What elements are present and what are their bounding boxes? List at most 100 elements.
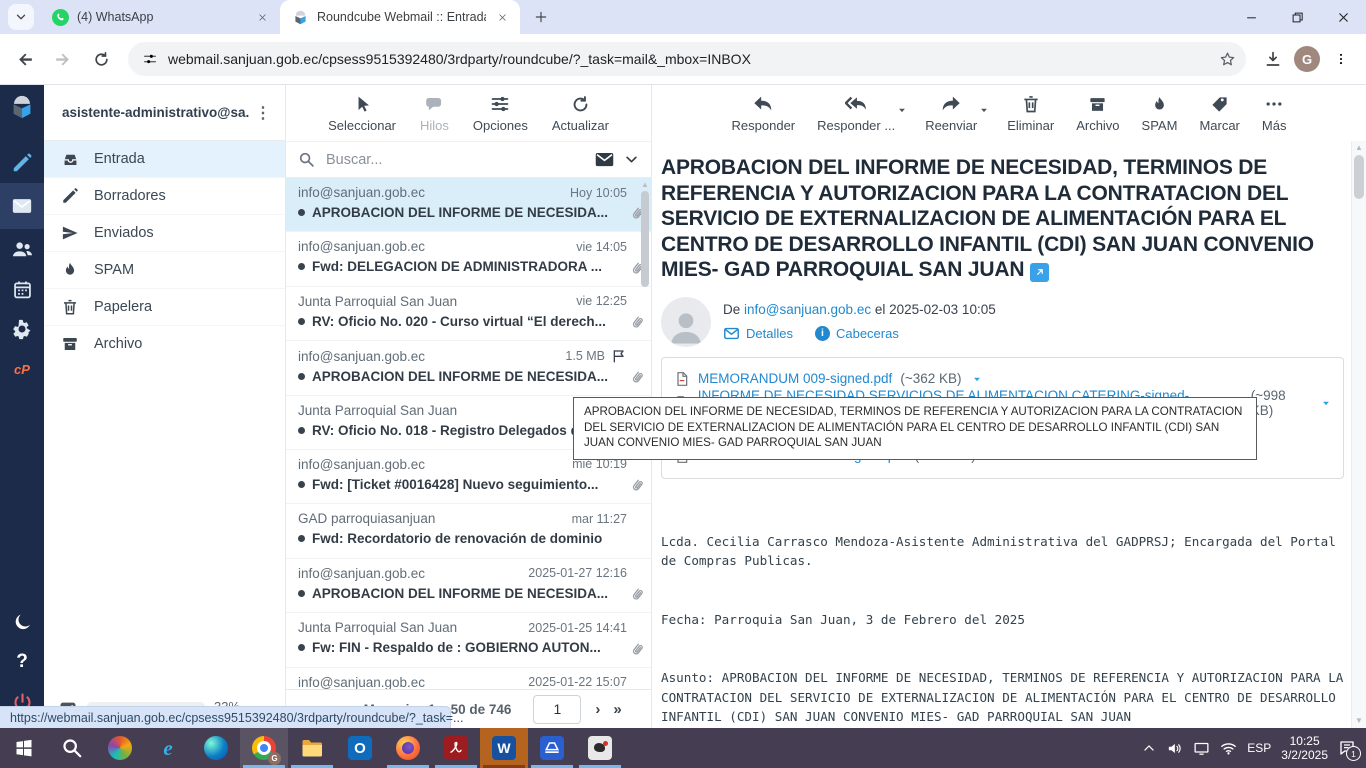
site-settings-icon[interactable] xyxy=(142,51,158,67)
tab-search-button[interactable] xyxy=(8,4,34,30)
sender-address-link[interactable]: info@sanjuan.gob.ec xyxy=(744,302,871,317)
attachment-name[interactable]: MEMORANDUM 009-signed.pdf xyxy=(698,371,892,386)
chrome-button[interactable]: G xyxy=(240,728,288,768)
chrome-profile-badge: G xyxy=(268,752,281,765)
search-input[interactable] xyxy=(324,151,585,169)
tab-close-icon[interactable] xyxy=(494,9,510,25)
reply-all-icon xyxy=(844,93,868,115)
moon-icon xyxy=(12,612,33,633)
profile-avatar[interactable]: G xyxy=(1294,46,1320,72)
message-row[interactable]: info@sanjuan.gob.ec2025-01-27 12:16 APRO… xyxy=(286,559,651,613)
delete-button[interactable]: Eliminar xyxy=(1007,93,1054,133)
taskbar-search-button[interactable] xyxy=(48,728,96,768)
url-text[interactable]: webmail.sanjuan.gob.ec/cpsess9515392480/… xyxy=(168,51,1209,67)
compose-button[interactable] xyxy=(0,143,44,183)
message-row[interactable]: info@sanjuan.gob.ecHoy 10:05 APROBACION … xyxy=(286,178,651,232)
connect-display-icon[interactable] xyxy=(1193,740,1210,757)
chevron-down-icon xyxy=(15,11,27,23)
headers-link[interactable]: i Cabeceras xyxy=(815,326,899,341)
message-row[interactable]: info@sanjuan.gob.ecvie 14:05 Fwd: DELEGA… xyxy=(286,232,651,286)
message-subject: APROBACION DEL INFORME DE NECESIDA... xyxy=(312,205,627,220)
list-scrollbar[interactable]: ▲ xyxy=(640,180,650,287)
mail-nav-button[interactable] xyxy=(0,183,44,229)
reply-all-caret-icon[interactable] xyxy=(897,105,907,115)
reply-all-button[interactable]: Responder ... xyxy=(817,93,895,133)
language-indicator[interactable]: ESP xyxy=(1247,741,1271,755)
new-tab-button[interactable] xyxy=(528,4,554,30)
scanner-app-button[interactable] xyxy=(528,728,576,768)
tab-whatsapp[interactable]: (4) WhatsApp xyxy=(40,0,280,34)
tray-expand-button[interactable] xyxy=(1142,741,1156,755)
acrobat-button[interactable] xyxy=(432,728,480,768)
help-button[interactable]: ? xyxy=(0,642,44,682)
reading-pane-scrollbar[interactable]: ▲ ▼ xyxy=(1351,141,1366,728)
folder-spam[interactable]: SPAM xyxy=(44,252,285,289)
browser-menu-button[interactable] xyxy=(1324,42,1358,76)
action-center-button[interactable]: 1 xyxy=(1338,739,1356,757)
scope-envelope-icon[interactable] xyxy=(594,149,615,170)
forward-button[interactable] xyxy=(46,42,80,76)
search-options-chevron-icon[interactable] xyxy=(624,152,639,167)
cpanel-button[interactable]: cP xyxy=(0,349,44,389)
last-page-button[interactable]: » xyxy=(613,701,620,718)
dark-mode-button[interactable] xyxy=(0,602,44,642)
word-button[interactable]: W xyxy=(480,728,528,768)
tab-title: Roundcube Webmail :: Entrada xyxy=(317,10,486,24)
page-number-input[interactable] xyxy=(533,695,581,724)
threads-button[interactable]: Hilos xyxy=(420,93,449,133)
cortana-button[interactable] xyxy=(96,728,144,768)
forward-button[interactable]: Reenviar xyxy=(925,93,977,133)
back-button[interactable] xyxy=(8,42,42,76)
tab-roundcube[interactable]: Roundcube Webmail :: Entrada xyxy=(280,0,520,34)
internet-explorer-button[interactable]: e xyxy=(144,728,192,768)
folder-archive[interactable]: Archivo xyxy=(44,326,285,362)
bookmark-star-icon[interactable] xyxy=(1219,51,1236,68)
details-link[interactable]: Detalles xyxy=(723,325,793,342)
select-button[interactable]: Seleccionar xyxy=(328,93,396,133)
java-app-button[interactable] xyxy=(576,728,624,768)
firefox-button[interactable] xyxy=(384,728,432,768)
reload-button[interactable] xyxy=(84,42,118,76)
message-row[interactable]: info@sanjuan.gob.ec1.5 MB APROBACION DEL… xyxy=(286,341,651,395)
folder-inbox[interactable]: Entrada xyxy=(44,141,285,178)
message-row[interactable]: info@sanjuan.gob.ec2025-01-22 15:07 xyxy=(286,668,651,689)
folder-trash[interactable]: Papelera xyxy=(44,289,285,326)
mark-button[interactable]: Marcar xyxy=(1199,93,1239,133)
account-menu-button[interactable]: ⋮ xyxy=(249,103,277,123)
attachment-menu-icon[interactable] xyxy=(1321,398,1331,408)
options-button[interactable]: Opciones xyxy=(473,93,528,133)
message-row[interactable]: Junta Parroquial San Juanvie 12:25 RV: O… xyxy=(286,287,651,341)
forward-caret-icon[interactable] xyxy=(979,105,989,115)
forward-icon xyxy=(940,93,962,115)
external-link-icon[interactable] xyxy=(1030,263,1049,282)
outlook-button[interactable]: O xyxy=(336,728,384,768)
address-bar[interactable]: webmail.sanjuan.gob.ec/cpsess9515392480/… xyxy=(128,42,1246,76)
tab-close-icon[interactable] xyxy=(254,9,270,25)
downloads-button[interactable] xyxy=(1256,42,1290,76)
message-row[interactable]: GAD parroquiasanjuanmar 11:27 Fwd: Recor… xyxy=(286,504,651,558)
attachment-menu-icon[interactable] xyxy=(972,374,982,384)
reply-button[interactable]: Responder xyxy=(732,93,796,133)
window-close-button[interactable] xyxy=(1320,0,1366,34)
folder-drafts[interactable]: Borradores xyxy=(44,178,285,215)
spam-button[interactable]: SPAM xyxy=(1142,93,1178,133)
window-restore-button[interactable] xyxy=(1274,0,1320,34)
folder-sent[interactable]: Enviados xyxy=(44,215,285,252)
refresh-button[interactable]: Actualizar xyxy=(552,93,609,133)
more-button[interactable]: Más xyxy=(1262,93,1287,133)
calendar-nav-button[interactable] xyxy=(0,269,44,309)
message-row[interactable]: Junta Parroquial San Juan2025-01-25 14:4… xyxy=(286,613,651,667)
wifi-icon[interactable] xyxy=(1220,740,1237,757)
calendar-icon xyxy=(12,279,33,300)
next-page-button[interactable]: › xyxy=(595,701,599,718)
file-explorer-button[interactable] xyxy=(288,728,336,768)
contacts-nav-button[interactable] xyxy=(0,229,44,269)
word-icon: W xyxy=(492,736,516,760)
settings-nav-button[interactable] xyxy=(0,309,44,349)
volume-icon[interactable] xyxy=(1166,740,1183,757)
start-button[interactable] xyxy=(0,728,48,768)
taskbar-clock[interactable]: 10:25 3/2/2025 xyxy=(1281,734,1328,762)
archive-button[interactable]: Archivo xyxy=(1076,93,1119,133)
window-minimize-button[interactable] xyxy=(1228,0,1274,34)
edge-button[interactable] xyxy=(192,728,240,768)
